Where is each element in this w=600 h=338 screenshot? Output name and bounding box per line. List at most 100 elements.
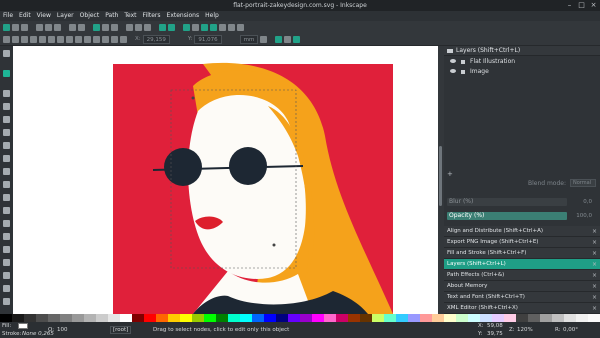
palette-swatch[interactable] [564, 314, 576, 322]
palette-swatch[interactable] [408, 314, 420, 322]
print-icon[interactable] [36, 23, 43, 31]
palette-swatch[interactable] [36, 314, 48, 322]
palette-swatch[interactable] [288, 314, 300, 322]
dropper-tool-icon[interactable] [3, 246, 10, 253]
minimize-button[interactable]: – [565, 1, 574, 10]
layers-icon[interactable] [201, 23, 208, 31]
blur-slider[interactable]: Blur (%) [447, 198, 567, 206]
palette-swatch[interactable] [396, 314, 408, 322]
palette-swatch[interactable] [120, 314, 132, 322]
dock-layers[interactable]: Layers (Shift+Ctrl+L) × [444, 259, 600, 270]
menu-extensions[interactable]: Extensions [167, 11, 200, 21]
unit-dropdown-icon[interactable] [260, 35, 268, 43]
text-font-icon[interactable] [192, 23, 199, 31]
palette-swatch[interactable] [372, 314, 384, 322]
close-icon[interactable]: × [592, 228, 597, 235]
dock-text-font[interactable]: Text and Font (Shift+Ctrl+T) × [444, 292, 600, 303]
fill-stroke-icon[interactable] [183, 23, 190, 31]
stroke-to-path-icon[interactable] [120, 35, 127, 43]
symmetric-node-icon[interactable] [75, 35, 82, 43]
palette-swatch[interactable] [252, 314, 264, 322]
palette-swatch[interactable] [132, 314, 144, 322]
palette-swatch[interactable] [312, 314, 324, 322]
blend-mode-select[interactable]: Normal [570, 179, 596, 187]
palette-swatch[interactable] [156, 314, 168, 322]
group-icon[interactable] [159, 23, 166, 31]
opacity-status-input[interactable]: 100 [57, 327, 73, 333]
canvas[interactable] [13, 46, 438, 314]
spray-tool-icon[interactable] [3, 285, 10, 292]
dock-path-effects[interactable]: Path Effects (Ctrl+&) × [444, 270, 600, 281]
layer-row[interactable]: Flat Illustration [444, 56, 600, 66]
palette-swatch[interactable] [360, 314, 372, 322]
calligraphy-tool-icon[interactable] [3, 194, 10, 201]
palette-swatch[interactable] [48, 314, 60, 322]
palette-swatch[interactable] [144, 314, 156, 322]
dock-align-distribute[interactable]: Align and Distribute (Shift+Ctrl+A) × [444, 226, 600, 237]
undo-icon[interactable] [69, 23, 76, 31]
ellipse-tool-icon[interactable] [3, 129, 10, 136]
palette-swatch[interactable] [84, 314, 96, 322]
make-curve-icon[interactable] [102, 35, 109, 43]
xml-editor-icon[interactable] [210, 23, 217, 31]
auto-smooth-icon[interactable] [84, 35, 91, 43]
show-outline-icon[interactable] [293, 35, 301, 43]
menu-view[interactable]: View [37, 11, 51, 21]
dock-fill-stroke[interactable]: Fill and Stroke (Shift+Ctrl+F) × [444, 248, 600, 259]
palette-swatch[interactable] [444, 314, 456, 322]
menu-path[interactable]: Path [105, 11, 118, 21]
x-coord-input[interactable]: 29,159 [142, 34, 170, 44]
dock-about-memory[interactable]: About Memory × [444, 281, 600, 292]
palette-swatch[interactable] [300, 314, 312, 322]
document-properties-icon[interactable] [237, 23, 244, 31]
ungroup-icon[interactable] [168, 23, 175, 31]
y-coord-input[interactable]: 91,076 [194, 34, 222, 44]
menu-filters[interactable]: Filters [143, 11, 161, 21]
opacity-slider[interactable]: Opacity (%) [447, 212, 567, 220]
close-icon[interactable]: × [592, 294, 597, 301]
palette-swatch[interactable] [336, 314, 348, 322]
palette-swatch[interactable] [420, 314, 432, 322]
palette-swatch[interactable] [576, 314, 588, 322]
rotation-value[interactable]: 0,00° [563, 327, 578, 333]
clone-icon[interactable] [135, 23, 142, 31]
palette-swatch[interactable] [108, 314, 120, 322]
palette-swatch[interactable] [516, 314, 528, 322]
show-transform-handles-icon[interactable] [275, 35, 283, 43]
palette-swatch[interactable] [60, 314, 72, 322]
dock-xml-editor[interactable]: XML Editor (Shift+Ctrl+X) × [444, 303, 600, 314]
eraser-tool-icon[interactable] [3, 298, 10, 305]
palette-swatch[interactable] [180, 314, 192, 322]
blur-value[interactable]: 0,0 [562, 198, 592, 206]
break-path-icon[interactable] [30, 35, 37, 43]
maximize-button[interactable]: □ [577, 1, 586, 10]
fill-swatch[interactable] [18, 323, 28, 329]
palette-swatch[interactable] [528, 314, 540, 322]
import-icon[interactable] [45, 23, 52, 31]
smooth-node-icon[interactable] [66, 35, 73, 43]
menu-object[interactable]: Object [80, 11, 100, 21]
dock-export-png[interactable]: Export PNG Image (Shift+Ctrl+E) × [444, 237, 600, 248]
duplicate-icon[interactable] [126, 23, 133, 31]
close-icon[interactable]: × [592, 239, 597, 246]
redo-icon[interactable] [78, 23, 85, 31]
lock-icon[interactable] [460, 58, 466, 64]
box3d-tool-icon[interactable] [3, 116, 10, 123]
zoom-page-icon[interactable] [111, 23, 118, 31]
palette-swatch[interactable] [348, 314, 360, 322]
gradient-tool-icon[interactable] [3, 220, 10, 227]
palette-swatch[interactable] [276, 314, 288, 322]
zoom-drawing-icon[interactable] [102, 23, 109, 31]
palette-swatch[interactable] [480, 314, 492, 322]
palette-swatch[interactable] [324, 314, 336, 322]
make-line-icon[interactable] [93, 35, 100, 43]
save-icon[interactable] [21, 23, 28, 31]
palette-swatch[interactable] [72, 314, 84, 322]
cusp-node-icon[interactable] [57, 35, 64, 43]
mesh-tool-icon[interactable] [3, 233, 10, 240]
palette-swatch[interactable] [540, 314, 552, 322]
palette-swatch[interactable] [12, 314, 24, 322]
close-icon[interactable]: × [592, 261, 597, 268]
palette-swatch[interactable] [24, 314, 36, 322]
palette-swatch[interactable] [264, 314, 276, 322]
